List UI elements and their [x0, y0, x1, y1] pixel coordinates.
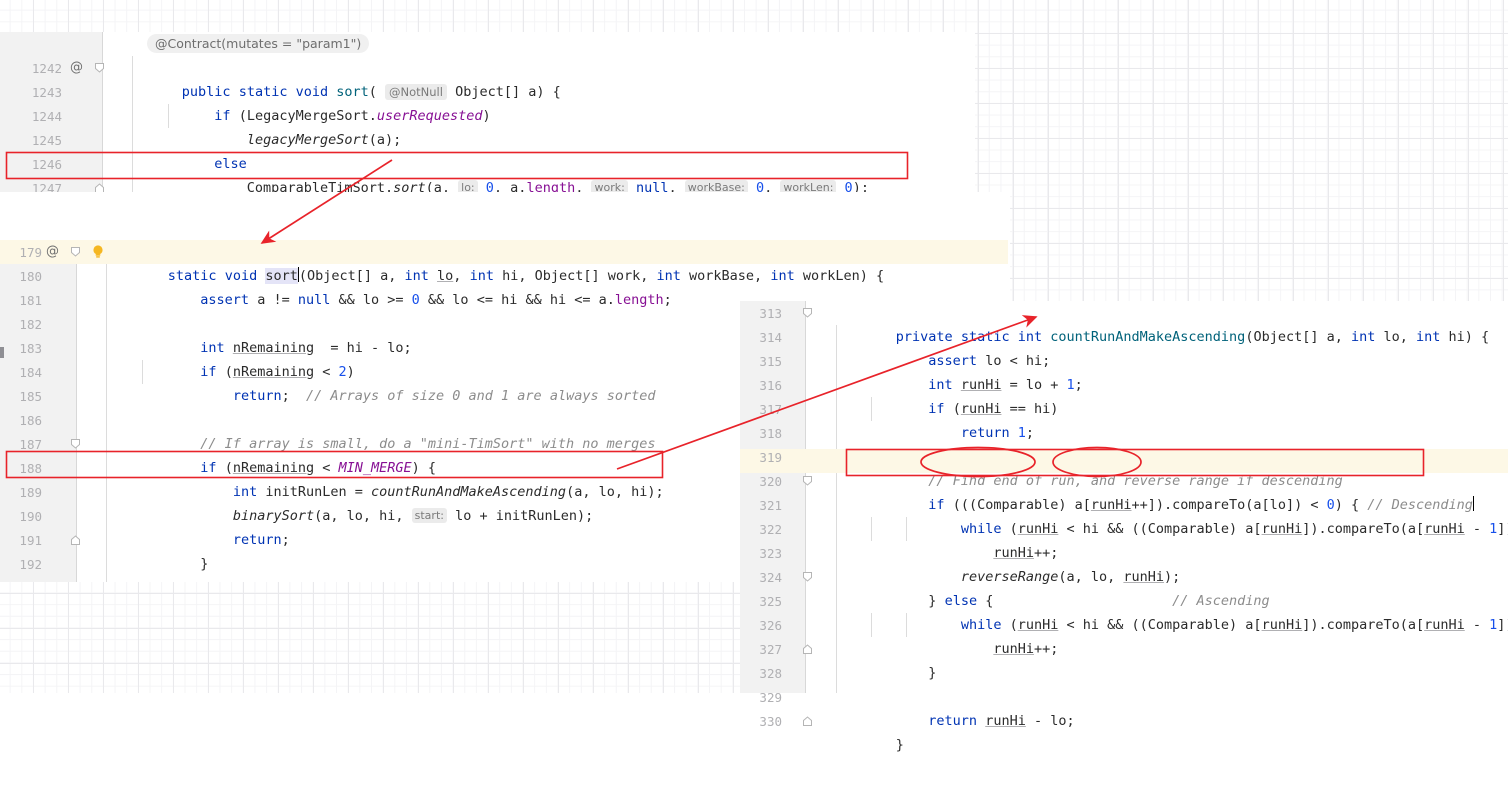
fold-open-icon[interactable] [70, 438, 81, 449]
line-number: 189 [8, 485, 42, 500]
line-number: 192 [8, 557, 42, 572]
line-number: 180 [8, 269, 42, 284]
contract-annotation-chip: @Contract(mutates = "param1") [147, 34, 369, 53]
fold-close-icon[interactable] [802, 644, 813, 655]
fold-close-icon[interactable] [70, 535, 81, 546]
code-line[interactable]: 322 runHi++; [740, 517, 1508, 541]
fold-open-icon[interactable] [802, 475, 813, 486]
code-line[interactable]: 326 runHi++; [740, 613, 1508, 637]
code-line[interactable]: 314 assert lo < hi; [740, 325, 1508, 349]
code-line[interactable]: 319 // Find end of run, and reverse rang… [740, 445, 1508, 469]
code-line[interactable]: 328 [740, 661, 1508, 685]
line-number: 324 [748, 570, 782, 585]
clipped-edge-glyph [0, 347, 4, 358]
line-number: 319 [748, 450, 782, 465]
line-number: 323 [748, 546, 782, 561]
fold-open-icon[interactable] [802, 307, 813, 318]
code-text: } [847, 709, 904, 781]
fold-open-icon[interactable] [94, 62, 105, 73]
line-number: 181 [8, 293, 42, 308]
line-number: 315 [748, 354, 782, 369]
line-number: 1243 [10, 85, 62, 100]
code-line[interactable]: 1243 if (LegacyMergeSort.userRequested) [0, 80, 975, 104]
line-number: 318 [748, 426, 782, 441]
line-number: 190 [8, 509, 42, 524]
line-number: 183 [8, 341, 42, 356]
intention-lightbulb-icon[interactable] [92, 245, 104, 259]
line-number: 322 [748, 522, 782, 537]
code-line[interactable]: 1242 @ public static void sort( @NotNull… [0, 56, 975, 80]
code-line[interactable]: 320 if (((Comparable) a[runHi++]).compar… [740, 469, 1508, 493]
line-number: 321 [748, 498, 782, 513]
line-number: 313 [748, 306, 782, 321]
line-number: 316 [748, 378, 782, 393]
line-number: 186 [8, 413, 42, 428]
line-number: 182 [8, 317, 42, 332]
fold-open-icon[interactable] [802, 571, 813, 582]
line-number: 184 [8, 365, 42, 380]
code-line[interactable]: 327 } [740, 637, 1508, 661]
line-number: 320 [748, 474, 782, 489]
code-line[interactable]: 316 if (runHi == hi) [740, 373, 1508, 397]
code-line[interactable]: 321 while (runHi < hi && ((Comparable) a… [740, 493, 1508, 517]
line-number: 187 [8, 437, 42, 452]
code-line[interactable]: 1245 else [0, 128, 975, 152]
line-number: 1245 [10, 133, 62, 148]
line-number: 1246 [10, 157, 62, 172]
code-line[interactable]: 324 } else { // Ascending [740, 565, 1508, 589]
code-line[interactable]: 180 assert a != null && lo >= 0 && lo <=… [0, 264, 1010, 288]
line-number: 1242 [10, 61, 62, 76]
code-line[interactable]: 313 private static int countRunAndMakeAs… [740, 301, 1508, 325]
code-line[interactable]: 325 while (runHi < hi && ((Comparable) a… [740, 589, 1508, 613]
code-line[interactable]: 315 int runHi = lo + 1; [740, 349, 1508, 373]
override-marker-icon[interactable]: @ [70, 60, 83, 75]
code-line[interactable]: 318 [740, 421, 1508, 445]
code-line[interactable]: 1244 legacyMergeSort(a); [0, 104, 975, 128]
code-line[interactable]: 329 return runHi - lo; [740, 685, 1508, 709]
contract-annotation-row: @Contract(mutates = "param1") [0, 32, 975, 56]
line-number: 330 [748, 714, 782, 729]
line-number: 329 [748, 690, 782, 705]
line-number: 179 [8, 245, 42, 260]
line-number: 326 [748, 618, 782, 633]
code-line[interactable]: 323 reverseRange(a, lo, runHi); [740, 541, 1508, 565]
line-number: 317 [748, 402, 782, 417]
code-line[interactable]: 179 @ static void sort(Object[] a, int l… [0, 240, 1010, 264]
line-number: 325 [748, 594, 782, 609]
line-number: 191 [8, 533, 42, 548]
line-number: 188 [8, 461, 42, 476]
code-line[interactable]: 330 } [740, 709, 1508, 733]
code-line[interactable]: 317 return 1; [740, 397, 1508, 421]
override-marker-icon[interactable]: @ [46, 244, 59, 259]
line-number: 327 [748, 642, 782, 657]
line-number: 328 [748, 666, 782, 681]
code-panel-countrun[interactable]: 313 private static int countRunAndMakeAs… [740, 301, 1508, 693]
line-number: 314 [748, 330, 782, 345]
code-line[interactable]: 1246 ComparableTimSort.sort(a, lo: 0, a.… [0, 152, 975, 176]
fold-close-icon[interactable] [802, 716, 813, 727]
line-number: 1244 [10, 109, 62, 124]
line-number: 185 [8, 389, 42, 404]
fold-open-icon[interactable] [70, 246, 81, 257]
